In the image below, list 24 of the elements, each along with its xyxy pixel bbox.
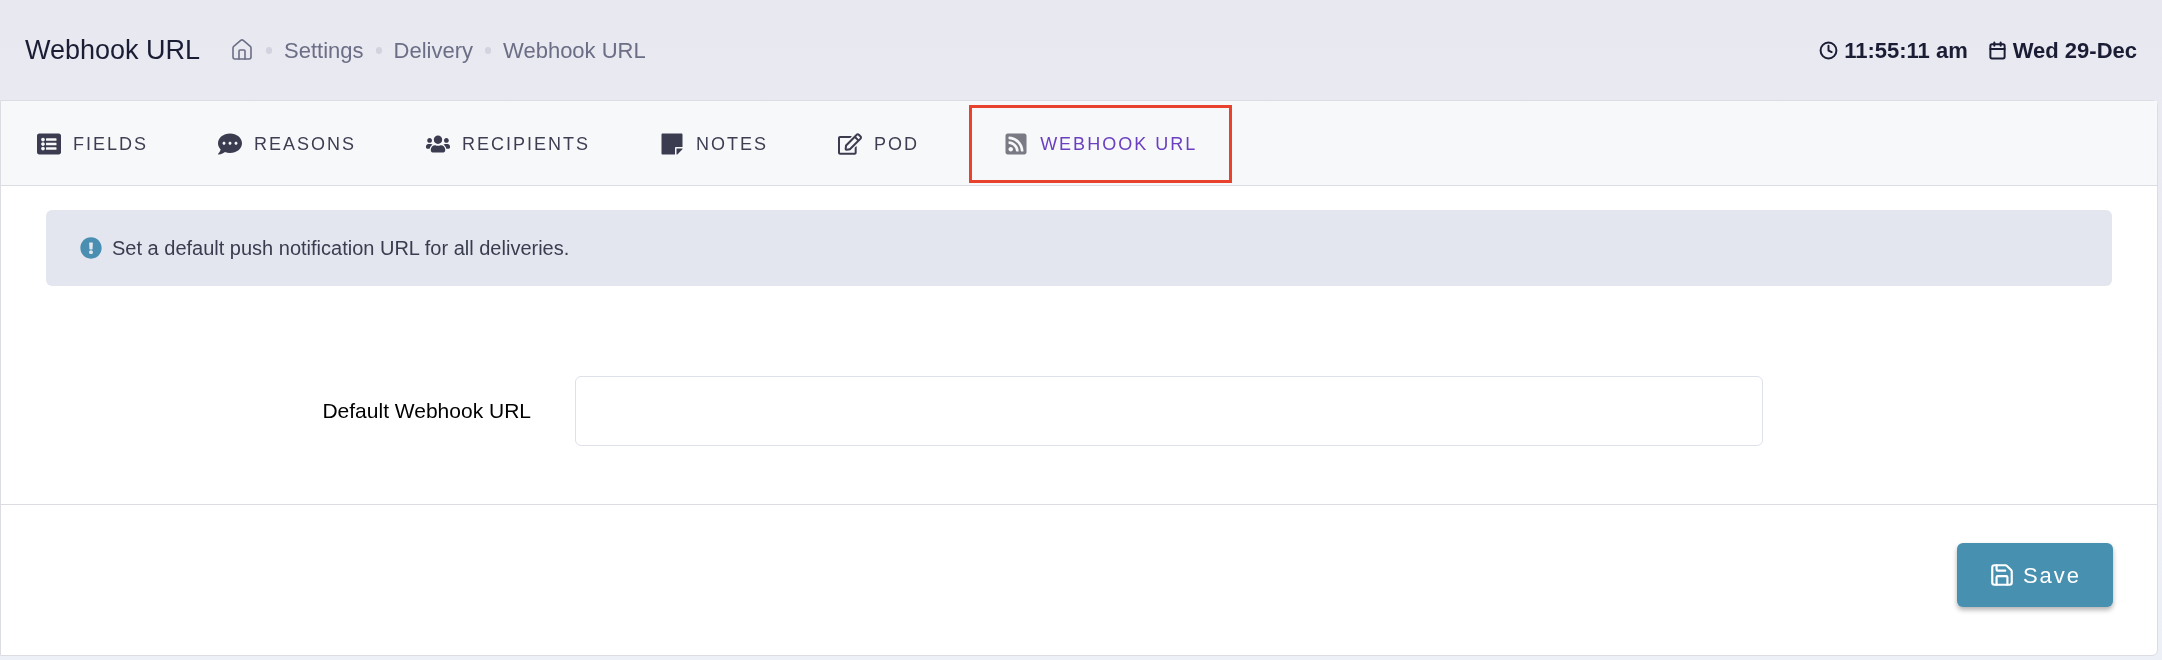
tab[interactable]: POD xyxy=(818,105,940,183)
breadcrumb-link[interactable]: Webhook URL xyxy=(503,33,646,67)
exclamation-icon xyxy=(80,237,102,259)
rss-icon xyxy=(1004,132,1029,156)
field-label: Default Webhook URL xyxy=(321,398,531,425)
calendar-icon xyxy=(1987,40,2007,60)
home-icon[interactable] xyxy=(230,38,255,62)
list-icon xyxy=(37,132,61,156)
save-button[interactable]: Save xyxy=(1957,543,2113,607)
breadcrumb-link[interactable]: Delivery xyxy=(393,33,474,67)
tab[interactable]: RECIPIENTS xyxy=(406,105,611,183)
speech-bubble-icon xyxy=(218,132,243,156)
page-title: Webhook URL xyxy=(25,33,201,67)
clock-icon xyxy=(1819,40,1839,60)
alert-text: Set a default push notification URL for all deliveries. xyxy=(112,236,570,261)
date-text: Wed 29-Dec xyxy=(2012,36,2137,65)
tab[interactable]: REASONS xyxy=(198,105,377,183)
breadcrumb-link[interactable]: Settings xyxy=(284,33,364,67)
tab[interactable]: WEBHOOK URL xyxy=(969,105,1233,183)
webhook-url-input[interactable] xyxy=(575,376,1763,446)
tab[interactable]: FIELDS xyxy=(17,105,169,183)
tab[interactable]: NOTES xyxy=(640,105,789,183)
note-icon xyxy=(660,132,685,156)
time-text: 11:55:11 am xyxy=(1844,36,1968,65)
